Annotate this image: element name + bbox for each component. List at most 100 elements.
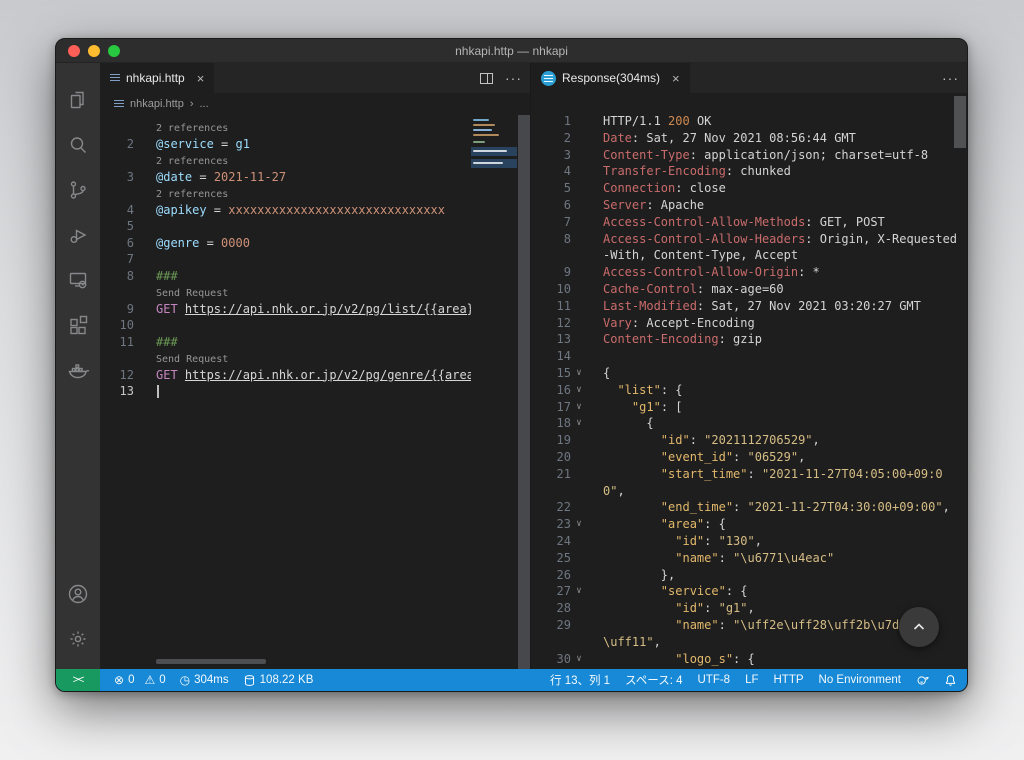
line-number: 10 xyxy=(100,317,134,334)
response-scrollbar[interactable] xyxy=(954,96,966,148)
tab-label: nhkapi.http xyxy=(126,71,185,85)
fold-gutter xyxy=(571,264,587,281)
code-line: 8### xyxy=(100,268,471,285)
response-line: 9Access-Control-Allow-Origin: * xyxy=(531,264,967,281)
references-lens[interactable]: 2 references xyxy=(156,189,228,200)
code-lens-row: 2 references xyxy=(100,119,471,136)
fold-gutter xyxy=(571,499,587,516)
fold-chevron-icon[interactable]: ∨ xyxy=(571,583,587,600)
breadcrumb-more[interactable]: ... xyxy=(200,98,209,110)
notifications-button[interactable] xyxy=(944,674,957,687)
line-number: 29 xyxy=(531,617,571,634)
code-line: 10 xyxy=(100,317,471,334)
tab-label: Response(304ms) xyxy=(562,71,660,85)
send-request-link[interactable]: Send Request xyxy=(156,288,228,299)
close-tab-icon[interactable]: × xyxy=(672,71,680,86)
text-cursor xyxy=(157,385,159,398)
close-tab-icon[interactable]: × xyxy=(197,71,205,86)
code-line: 6@genre = 0000 xyxy=(100,235,471,252)
code-lens-row: Send Request xyxy=(100,284,471,301)
line-number: 9 xyxy=(100,301,134,318)
response-line: 27∨ "service": { xyxy=(531,583,967,600)
response-line: 8Access-Control-Allow-Headers: Origin, X… xyxy=(531,231,967,248)
response-line: 15∨{ xyxy=(531,365,967,382)
remote-indicator[interactable]: >< xyxy=(56,669,100,691)
line-number: 4 xyxy=(531,163,571,180)
settings-gear-icon[interactable] xyxy=(56,616,100,661)
remote-icon: >< xyxy=(73,674,84,686)
response-code-lines: 1HTTP/1.1 200 OK2Date: Sat, 27 Nov 2021 … xyxy=(531,93,967,669)
response-size[interactable]: 108.22 KB xyxy=(243,674,314,687)
response-line: 14 xyxy=(531,348,967,365)
cursor-position[interactable]: 行 13、列 1 xyxy=(550,672,610,688)
response-line: 28 "id": "g1", xyxy=(531,600,967,617)
bell-icon xyxy=(944,674,957,687)
source-control-icon[interactable] xyxy=(56,167,100,212)
references-lens[interactable]: 2 references xyxy=(156,156,228,167)
line-number: 27 xyxy=(531,583,571,600)
fold-chevron-icon[interactable]: ∨ xyxy=(571,415,587,432)
wrapped-line: -With, Content-Type, Accept xyxy=(531,247,967,264)
fold-gutter xyxy=(571,130,587,147)
code-line: 4@apikey = xxxxxxxxxxxxxxxxxxxxxxxxxxxxx… xyxy=(100,202,471,219)
extensions-icon[interactable] xyxy=(56,302,100,347)
run-and-debug-icon[interactable] xyxy=(56,212,100,257)
minimap[interactable] xyxy=(471,117,517,213)
fold-gutter xyxy=(571,331,587,348)
problems-indicator[interactable]: ⊗ 0 ⚠ 0 xyxy=(114,674,166,686)
line-number: 13 xyxy=(100,383,134,400)
account-icon[interactable] xyxy=(56,571,100,616)
response-line: 18∨ { xyxy=(531,415,967,432)
response-duration[interactable]: ◷ 304ms xyxy=(180,674,229,686)
scroll-to-top-button[interactable] xyxy=(899,607,939,647)
line-number: 30 xyxy=(531,651,571,668)
send-request-link[interactable]: Send Request xyxy=(156,354,228,365)
fold-chevron-icon[interactable]: ∨ xyxy=(571,651,587,668)
line-number: 8 xyxy=(100,268,134,285)
response-line: 11Last-Modified: Sat, 27 Nov 2021 03:20:… xyxy=(531,298,967,315)
line-number xyxy=(531,247,571,264)
fold-chevron-icon[interactable]: ∨ xyxy=(571,382,587,399)
line-number: 1 xyxy=(531,113,571,130)
editor-horizontal-scrollbar[interactable] xyxy=(156,659,266,664)
tab-response[interactable]: Response(304ms) × xyxy=(531,63,690,93)
fold-gutter xyxy=(571,163,587,180)
search-icon[interactable] xyxy=(56,122,100,167)
line-number xyxy=(531,483,571,500)
encoding[interactable]: UTF-8 xyxy=(697,674,730,686)
split-editor-icon[interactable] xyxy=(480,73,493,84)
response-line: 22 "end_time": "2021-11-27T04:30:00+09:0… xyxy=(531,499,967,516)
line-number: 15 xyxy=(531,365,571,382)
code-line: 9GET https://api.nhk.or.jp/v2/pg/list/{{… xyxy=(100,301,471,318)
line-number: 8 xyxy=(531,231,571,248)
tab-nhkapi-http[interactable]: nhkapi.http × xyxy=(100,63,214,93)
breadcrumb[interactable]: nhkapi.http › ... xyxy=(100,93,530,115)
fold-gutter xyxy=(571,550,587,567)
line-number: 7 xyxy=(100,251,134,268)
fold-chevron-icon[interactable]: ∨ xyxy=(571,365,587,382)
response-line: 23∨ "area": { xyxy=(531,516,967,533)
eol-selector[interactable]: LF xyxy=(745,674,758,686)
indentation[interactable]: スペース: 4 xyxy=(625,672,682,688)
language-mode[interactable]: HTTP xyxy=(774,674,804,686)
response-line: 6Server: Apache xyxy=(531,197,967,214)
title-bar: nhkapi.http — nhkapi xyxy=(56,39,967,63)
feedback-button[interactable] xyxy=(916,674,929,687)
docker-icon[interactable] xyxy=(56,347,100,392)
line-number: 2 xyxy=(531,130,571,147)
response-tab-bar: Response(304ms) × ··· xyxy=(531,63,967,93)
explorer-icon[interactable] xyxy=(56,77,100,122)
breadcrumb-file[interactable]: nhkapi.http xyxy=(130,98,184,110)
fold-gutter xyxy=(571,617,587,634)
fold-chevron-icon[interactable]: ∨ xyxy=(571,516,587,533)
rest-client-environment[interactable]: No Environment xyxy=(819,674,901,686)
fold-chevron-icon[interactable]: ∨ xyxy=(571,399,587,416)
code-line: 3@date = 2021-11-27 xyxy=(100,169,471,186)
more-actions-icon[interactable]: ··· xyxy=(505,70,522,86)
line-number: 13 xyxy=(531,331,571,348)
references-lens[interactable]: 2 references xyxy=(156,123,228,134)
editor-scrollbar[interactable] xyxy=(518,115,530,669)
line-number: 7 xyxy=(531,214,571,231)
more-actions-icon[interactable]: ··· xyxy=(942,70,959,86)
remote-explorer-icon[interactable] xyxy=(56,257,100,302)
